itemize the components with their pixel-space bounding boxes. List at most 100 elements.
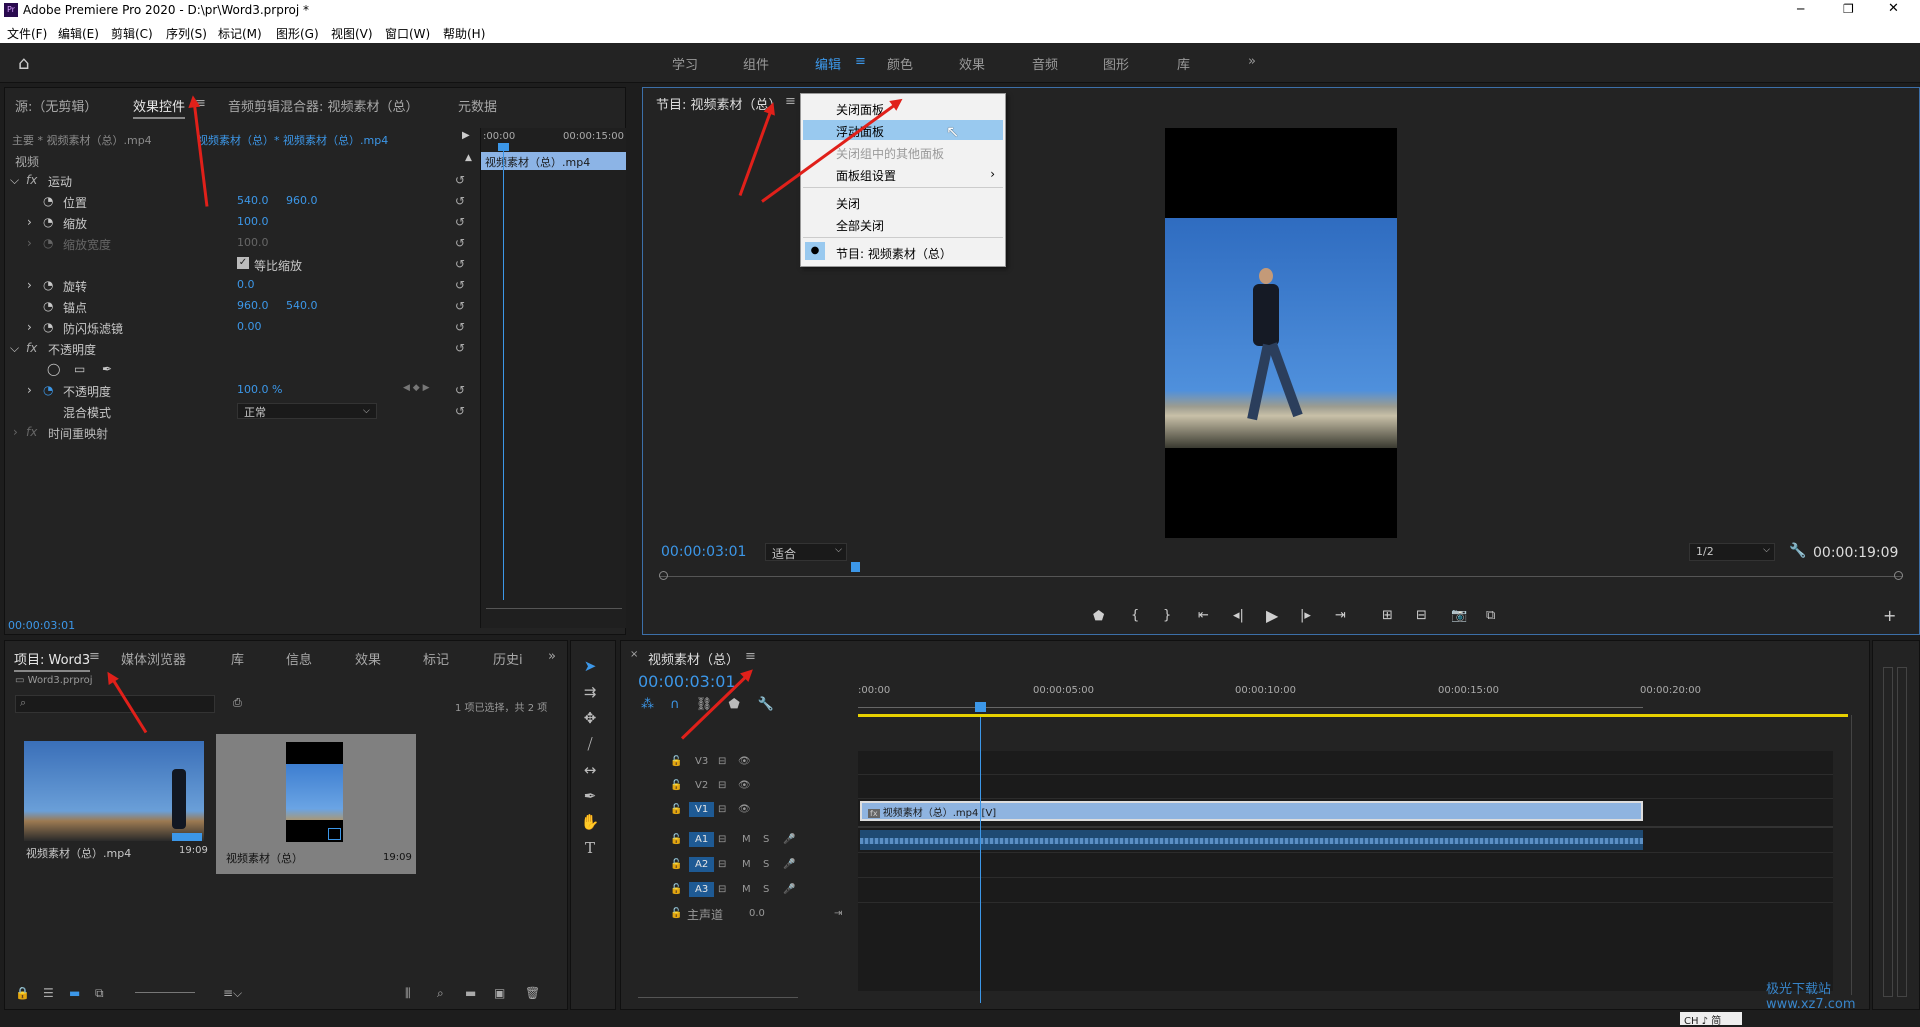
track-v3[interactable]: 🔓 V3 ⊟ 👁 <box>621 751 854 775</box>
timeline-settings-icon[interactable]: 🔧 <box>758 697 774 712</box>
timeline-hscroll[interactable] <box>638 997 798 1005</box>
wrench-icon[interactable]: 🔧 <box>1789 543 1806 559</box>
ws-assembly[interactable]: 组件 <box>743 54 769 73</box>
pen-mask-icon[interactable]: ✒ <box>102 362 112 376</box>
lock-icon[interactable]: 🔒 <box>15 986 30 1000</box>
ws-graphics[interactable]: 图形 <box>1103 54 1129 73</box>
delete-icon[interactable]: 🗑 <box>525 986 540 1000</box>
selection-tool-icon[interactable]: ➤ <box>575 657 605 681</box>
track-select-icon[interactable]: ⇉ <box>575 683 605 707</box>
project-menu-icon[interactable]: ≡ <box>89 649 100 664</box>
step-back-icon[interactable]: ◂| <box>1233 608 1244 623</box>
hand-icon[interactable]: ✋ <box>575 813 605 837</box>
menu-sequence[interactable]: 序列(S) <box>166 25 207 42</box>
tab-effect-controls[interactable]: 效果控件 <box>133 96 186 119</box>
menu-file[interactable]: 文件(F) <box>7 25 47 42</box>
compare-icon[interactable]: ⧉ <box>1486 608 1495 623</box>
ws-editing[interactable]: 编辑 <box>815 54 841 73</box>
track-a1[interactable]: 🔓 A1 ⊟ M S 🎤 <box>621 829 854 853</box>
razor-icon[interactable]: ⧸ <box>575 735 605 759</box>
ripple-edit-icon[interactable]: ✥ <box>575 709 605 733</box>
ctx-program-item[interactable]: ● 节目: 视频素材（总） <box>801 242 1005 262</box>
program-scrub-bar[interactable] <box>659 562 1903 584</box>
program-menu-icon[interactable]: ≡ <box>785 94 796 109</box>
slip-icon[interactable]: ↔ <box>575 761 605 785</box>
fx-opacity[interactable]: ⌵ fx 不透明度 ↺ <box>5 338 479 358</box>
tab-project[interactable]: 项目: Word3 <box>14 649 91 672</box>
ws-audio[interactable]: 音频 <box>1032 54 1058 73</box>
tabs-overflow-icon[interactable]: » <box>548 649 556 664</box>
add-marker-icon[interactable]: ⬟ <box>1093 609 1104 624</box>
tab-info[interactable]: 信息 <box>286 649 312 668</box>
fx-motion[interactable]: ⌵ fx 运动 ↺ <box>5 170 479 190</box>
tab-effects[interactable]: 效果 <box>355 649 381 668</box>
sort-icon[interactable]: ≡⌵ <box>223 986 242 1001</box>
tab-history[interactable]: 历史i <box>493 649 523 668</box>
menu-marker[interactable]: 标记(M) <box>218 25 262 42</box>
prop-position[interactable]: ◔ 位置 540.0 960.0 ↺ <box>5 191 479 211</box>
extract-icon[interactable]: ⊟ <box>1416 608 1427 623</box>
program-title[interactable]: 节目: 视频素材（总） <box>656 94 782 113</box>
tab-audio-mixer[interactable]: 音频剪辑混合器: 视频素材（总） <box>228 96 419 115</box>
tab-markers[interactable]: 标记 <box>423 649 449 668</box>
project-search-input[interactable]: ⌕ <box>15 695 215 713</box>
ws-overflow-icon[interactable]: » <box>1248 54 1256 69</box>
prop-rotation[interactable]: › ◔ 旋转 0.0 ↺ <box>5 275 479 295</box>
prop-antiflicker[interactable]: › ◔ 防闪烁滤镜 0.00 ↺ <box>5 317 479 337</box>
timeline-timecode[interactable]: 00:00:03:01 <box>638 672 736 691</box>
ec-timecode[interactable]: 00:00:03:01 <box>8 619 75 632</box>
ctx-group-settings[interactable]: 面板组设置 › <box>801 164 1005 184</box>
ctx-close-all[interactable]: 全部关闭 <box>801 214 1005 234</box>
clip-dropdown[interactable]: 视频素材（总）* 视频素材（总）.mp4 <box>197 132 388 148</box>
menu-window[interactable]: 窗口(W) <box>385 25 430 42</box>
step-forward-icon[interactable]: |▸ <box>1300 608 1311 623</box>
snap-icon[interactable]: ∩ <box>670 697 680 712</box>
tab-source[interactable]: 源:（无剪辑） <box>15 96 97 115</box>
new-bin-icon[interactable]: ▬ <box>465 986 476 1000</box>
track-v1[interactable]: 🔓 V1 ⊟ 👁 <box>621 799 854 823</box>
project-item-2[interactable]: 视频素材（总） 19:09 <box>216 734 416 874</box>
prop-anchor[interactable]: ◔ 锚点 960.0 540.0 ↺ <box>5 296 479 316</box>
find-icon[interactable]: ⌕ <box>437 986 444 1001</box>
menu-edit[interactable]: 编辑(E) <box>58 25 99 42</box>
resolution-select[interactable]: 1/2 ⌵ <box>1689 543 1775 561</box>
marker-icon[interactable]: ⬟ <box>728 697 739 712</box>
timeline-title[interactable]: 视频素材（总） <box>648 649 739 668</box>
timeline-close-icon[interactable]: × <box>630 649 638 660</box>
icon-view-icon[interactable]: ▬ <box>69 986 80 1000</box>
tab-libraries[interactable]: 库 <box>231 649 244 668</box>
track-a3[interactable]: 🔓 A3 ⊟ M S 🎤 <box>621 879 854 903</box>
audio-clip[interactable] <box>860 830 1643 850</box>
list-view-icon[interactable]: ☰ <box>43 986 54 1000</box>
new-search-bin-icon[interactable]: ⎙ <box>233 696 242 710</box>
ws-libraries[interactable]: 库 <box>1177 54 1190 73</box>
blend-mode-select[interactable]: 正常 <box>237 403 377 419</box>
ws-learn[interactable]: 学习 <box>672 54 698 73</box>
restore-button[interactable]: ❐ <box>1843 2 1854 16</box>
prop-uniform-scale[interactable]: ✓ 等比缩放 ↺ <box>5 254 479 274</box>
fit-select[interactable]: 适合 ⌵ <box>765 543 847 561</box>
ec-zoom-bar[interactable] <box>486 608 622 616</box>
type-tool-icon[interactable]: T <box>575 839 605 863</box>
mark-in-icon[interactable]: { <box>1131 608 1139 623</box>
export-frame-icon[interactable]: 📷 <box>1451 608 1467 623</box>
ws-editing-menu-icon[interactable]: ≡ <box>855 54 866 69</box>
project-item-1[interactable]: 视频素材（总）.mp4 19:09 <box>24 741 208 861</box>
zoom-slider[interactable] <box>135 992 195 993</box>
video-clip[interactable]: fx 视频素材（总）.mp4 [V] <box>860 801 1643 821</box>
timeline-menu-icon[interactable]: ≡ <box>745 649 756 664</box>
program-playhead[interactable] <box>851 562 860 572</box>
ws-color[interactable]: 颜色 <box>887 54 913 73</box>
go-to-in-icon[interactable]: ⇤ <box>1198 608 1209 623</box>
ctx-close[interactable]: 关闭 <box>801 192 1005 212</box>
prop-blend-mode[interactable]: 混合模式 正常 ⌵ ↺ <box>5 401 479 421</box>
ec-playhead[interactable] <box>503 144 504 600</box>
ellipse-mask-icon[interactable]: ◯ <box>47 362 60 376</box>
home-icon[interactable]: ⌂ <box>18 53 29 74</box>
program-timecode[interactable]: 00:00:03:01 <box>661 544 746 560</box>
menu-clip[interactable]: 剪辑(C) <box>111 25 153 42</box>
play-only-icon[interactable]: ▶ <box>462 130 470 141</box>
automate-icon[interactable]: ⫼ <box>405 986 411 1001</box>
menu-graphics[interactable]: 图形(G) <box>276 25 319 42</box>
ec-timeline[interactable]: :00:00 00:00:15:00 视频素材（总）.mp4 <box>480 128 626 628</box>
